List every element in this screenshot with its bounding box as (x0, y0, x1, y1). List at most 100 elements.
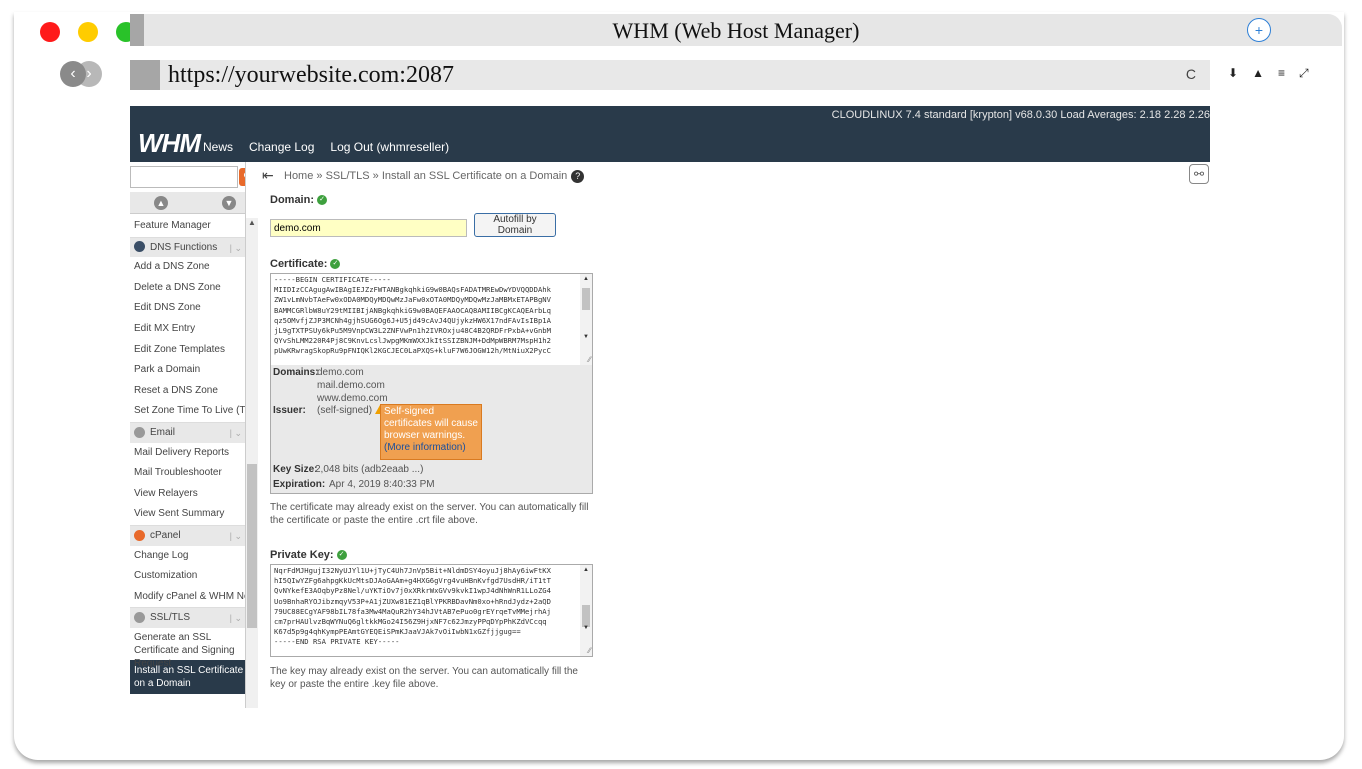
certificate-textarea[interactable]: -----BEGIN CERTIFICATE----- MIIDIzCCAgug… (270, 273, 593, 366)
group-label: SSL/TLS (150, 612, 191, 624)
header-links: News Change Log Log Out (whmreseller) (203, 140, 449, 154)
url-text[interactable]: https://yourwebsite.com:2087 (168, 62, 454, 89)
whm-logo[interactable]: WHM (138, 128, 201, 159)
cpanel-icon (134, 529, 145, 541)
collapse-all-icon[interactable]: ▼ (222, 196, 236, 210)
sidebar-collapse-controls: ▲ ▼ (130, 192, 245, 214)
certificate-scrollbar[interactable]: ▲ ▼ (580, 274, 592, 365)
browser-tab-bar: WHM (Web Host Manager) (130, 14, 1342, 46)
email-icon (134, 426, 145, 438)
sidebar-group-cpanel[interactable]: cPanel | ⌄ (130, 524, 245, 546)
scroll-up-icon[interactable]: ▲ (583, 276, 589, 282)
domains-label: Domains: (273, 367, 319, 378)
sidebar-item[interactable]: View Sent Summary (130, 504, 245, 525)
sidebar-scrollbar[interactable]: ▲ (246, 218, 258, 708)
scroll-up-icon[interactable]: ▲ (248, 218, 256, 227)
sidebar-item[interactable]: Add a DNS Zone (130, 257, 245, 278)
breadcrumb: Home » SSL/TLS » Install an SSL Certific… (284, 170, 585, 183)
issuer-row: Issuer: (self-signed) (273, 405, 386, 416)
sidebar-item[interactable]: View Relayers (130, 484, 245, 505)
expiration-label: Expiration: (273, 479, 326, 490)
valid-check-icon: ✓ (336, 549, 347, 560)
group-label: Email (150, 426, 176, 438)
expiration-row: Expiration: Apr 4, 2019 8:40:33 PM (273, 479, 435, 490)
menu-icon[interactable]: ≡ (1278, 66, 1285, 81)
certificate-text[interactable]: -----BEGIN CERTIFICATE----- MIIDIzCCAgug… (271, 274, 592, 358)
logout-link[interactable]: Log Out (whmreseller) (330, 140, 449, 154)
valid-check-icon: ✓ (330, 258, 341, 269)
sidebar-item[interactable]: Modify cPanel & WHM News (130, 587, 245, 608)
expiration-value: Apr 4, 2019 8:40:33 PM (329, 479, 435, 490)
resize-handle-icon[interactable]: ∕∕ (588, 646, 591, 655)
change-log-link[interactable]: Change Log (249, 140, 314, 154)
domain-label-row: Domain: ✓ (270, 192, 327, 206)
ssl-icon (134, 612, 145, 624)
domain-input[interactable] (270, 219, 467, 237)
sidebar: ⚲ ▲ ▼ Feature Manager DNS Functions | ⌄ A… (130, 162, 246, 708)
scrollbar-thumb[interactable] (582, 288, 590, 310)
private-key-scrollbar[interactable]: ▲ ▼ (580, 565, 592, 656)
fullscreen-icon[interactable]: ⤢ (1299, 66, 1309, 81)
expand-all-icon[interactable]: ▲ (154, 196, 168, 210)
domain-entry: demo.com (317, 367, 364, 378)
sidebar-item[interactable]: Mail Delivery Reports (130, 443, 245, 464)
sidebar-item-install-ssl[interactable]: Install an SSL Certificate on a Domain (130, 659, 245, 694)
sidebar-item[interactable]: Reset a DNS Zone (130, 381, 245, 402)
breadcrumb-text[interactable]: Home » SSL/TLS » Install an SSL Certific… (284, 170, 567, 182)
chevron-down-icon: | ⌄ (229, 427, 242, 438)
home-icon[interactable]: ▲ (1252, 66, 1264, 81)
scroll-up-icon[interactable]: ▲ (583, 567, 589, 573)
more-information-link[interactable]: (More information) (384, 442, 466, 453)
sidebar-search: ⚲ (130, 166, 245, 188)
chevron-down-icon: | ⌄ (229, 242, 242, 253)
certificate-note: The certificate may already exist on the… (270, 502, 589, 526)
sidebar-item[interactable]: Edit Zone Templates (130, 340, 245, 361)
support-icon[interactable]: ⚯ (1189, 164, 1209, 184)
scrollbar-thumb[interactable] (582, 605, 590, 627)
domains-row: Domains: demo.com mail.demo.com www.demo… (273, 367, 388, 404)
private-key-note: The key may already exist on the server.… (270, 666, 578, 690)
close-window-button[interactable] (40, 22, 60, 42)
sidebar-group-dns[interactable]: DNS Functions | ⌄ (130, 236, 245, 258)
sidebar-item[interactable]: Customization (130, 566, 245, 587)
minimize-window-button[interactable] (78, 22, 98, 42)
scroll-down-icon[interactable]: ▼ (583, 334, 589, 340)
sidebar-group-email[interactable]: Email | ⌄ (130, 421, 245, 443)
download-icon[interactable]: ⬇ (1228, 66, 1238, 81)
browser-window: WHM (Web Host Manager) + › ‹ https://you… (0, 0, 1362, 769)
window-title: WHM (Web Host Manager) (612, 18, 860, 43)
address-bar[interactable]: https://yourwebsite.com:2087 C (130, 60, 1210, 90)
sidebar-item[interactable]: Edit MX Entry (130, 319, 245, 340)
sidebar-item-feature-manager[interactable]: Feature Manager (130, 216, 245, 237)
reload-icon[interactable]: C (1186, 66, 1196, 82)
private-key-text[interactable]: NqrFdMJHgujI32NyUJYl1U+jTyC4Uh7JnVp5Bit+… (271, 565, 592, 649)
scroll-down-icon[interactable]: ▼ (583, 625, 589, 631)
sidebar-toggle-icon[interactable]: ⇤ (262, 167, 274, 184)
issuer-label: Issuer: (273, 405, 306, 416)
keysize-row: Key Size: 2,048 bits (adb2eaab ...) (273, 464, 423, 475)
autofill-by-domain-button[interactable]: Autofill by Domain (474, 213, 556, 237)
sidebar-search-input[interactable] (130, 166, 238, 188)
news-link[interactable]: News (203, 140, 233, 154)
help-icon[interactable]: ? (571, 170, 585, 183)
sidebar-item[interactable]: Set Zone Time To Live (TTL) (130, 401, 245, 422)
sidebar-item[interactable]: Park a Domain (130, 360, 245, 381)
resize-handle-icon[interactable]: ∕∕ (588, 355, 591, 364)
sidebar-item[interactable]: Delete a DNS Zone (130, 278, 245, 299)
keysize-label: Key Size: (273, 464, 318, 475)
sidebar-item[interactable]: Mail Troubleshooter (130, 463, 245, 484)
private-key-textarea[interactable]: NqrFdMJHgujI32NyUJYl1U+jTyC4Uh7JnVp5Bit+… (270, 564, 593, 657)
group-label: DNS Functions (150, 241, 218, 253)
chevron-down-icon: | ⌄ (229, 613, 242, 624)
domain-entry: www.demo.com (317, 393, 388, 404)
issuer-value-wrap: (self-signed) (317, 405, 386, 416)
scrollbar-thumb[interactable] (247, 464, 257, 628)
sidebar-group-ssl[interactable]: SSL/TLS | ⌄ (130, 607, 245, 628)
sidebar-item-generate-csr[interactable]: Generate an SSL Certificate and Signing … (130, 628, 245, 669)
sidebar-item[interactable]: Edit DNS Zone (130, 298, 245, 319)
search-icon[interactable]: ⚲ (239, 168, 245, 186)
warning-text: Self-signed certificates will cause brow… (384, 406, 478, 441)
back-button[interactable]: ‹ (60, 61, 86, 87)
new-tab-button[interactable]: + (1247, 18, 1271, 42)
sidebar-item[interactable]: Change Log (130, 546, 245, 567)
